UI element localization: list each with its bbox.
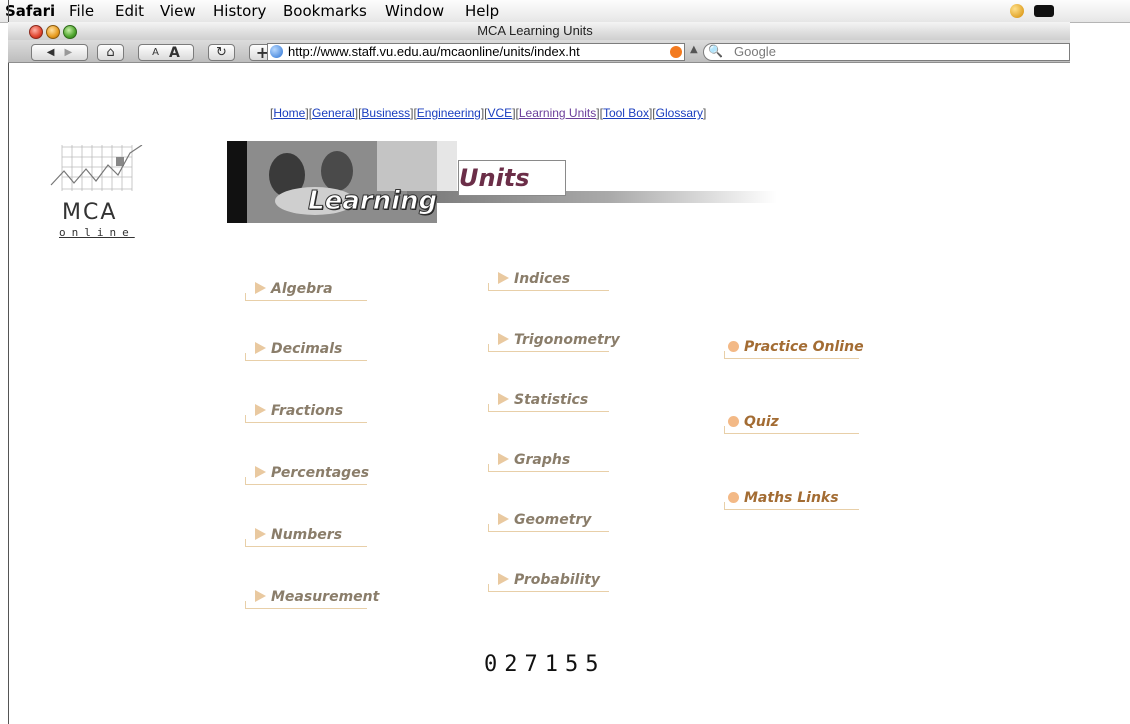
unit-link-trigonometry[interactable]: Trigonometry [488,332,620,352]
logo-title: MCA [62,200,118,225]
unit-label: Indices [514,271,571,287]
unit-label: Measurement [271,589,380,605]
unit-link-probability[interactable]: Probability [488,572,609,592]
unit-label: Probability [514,572,601,588]
text-size-buttons[interactable]: A A [138,44,194,61]
text-smaller-button[interactable]: A [152,47,159,58]
banner-units-text: Units [459,164,530,192]
arrow-icon [498,393,509,405]
search-icon[interactable]: 🔍 [708,44,723,58]
arrow-icon [255,528,266,540]
practice-online-link[interactable]: Practice Online [724,339,864,359]
nav-link-tool-box[interactable]: Tool Box [603,106,649,120]
logo-subtitle: online [59,226,135,239]
unit-label: Decimals [271,341,343,357]
reload-icon: ↻ [216,45,227,60]
bullet-icon [728,492,739,503]
nav-link-general[interactable]: General [312,106,355,120]
unit-link-numbers[interactable]: Numbers [245,527,367,547]
unit-link-statistics[interactable]: Statistics [488,392,609,412]
arrow-icon [498,573,509,585]
arrow-icon [498,333,509,345]
arrow-icon [498,272,509,284]
reload-button[interactable]: ↻ [208,44,235,61]
unit-label: Numbers [271,527,343,543]
unit-link-graphs[interactable]: Graphs [488,452,609,472]
window-title: MCA Learning Units [477,23,593,38]
unit-link-geometry[interactable]: Geometry [488,512,609,532]
globe-icon [270,45,283,58]
forward-arrow-icon[interactable]: ▶ [65,47,73,58]
caret-icon: ▲ [690,44,698,55]
quiz-link[interactable]: Quiz [724,414,859,434]
search-input[interactable]: Google [703,43,1070,61]
unit-link-indices[interactable]: Indices [488,271,609,291]
unit-label: Graphs [514,452,571,468]
home-button[interactable]: ⌂ [97,44,124,61]
nav-link-glossary[interactable]: Glossary [656,106,703,120]
address-field[interactable]: http://www.staff.vu.edu.au/mcaonline/uni… [267,43,685,61]
unit-link-algebra[interactable]: Algebra [245,281,367,301]
unit-label: Practice Online [744,339,864,355]
banner-units-box: Units [458,160,566,196]
bullet-icon [728,416,739,427]
back-forward-button[interactable]: ◀ ▶ [31,44,88,61]
home-icon: ⌂ [106,45,115,60]
text-bigger-button[interactable]: A [169,45,180,61]
unit-link-decimals[interactable]: Decimals [245,341,367,361]
snapback-icon[interactable] [670,46,682,58]
arrow-icon [498,453,509,465]
arrow-icon [255,466,266,478]
unit-link-measurement[interactable]: Measurement [245,589,379,609]
banner-learning-text: Learning [307,186,438,217]
back-arrow-icon[interactable]: ◀ [47,47,55,58]
site-navigation: [Home][General][Business][Engineering][V… [270,106,707,120]
unit-link-percentages[interactable]: Percentages [245,465,370,485]
unit-label: Percentages [271,465,370,481]
unit-label: Algebra [271,281,333,297]
arrow-icon [255,282,266,294]
arrow-icon [255,590,266,602]
nav-link-vce[interactable]: VCE [488,106,513,120]
arrow-icon [498,513,509,525]
nav-link-learning-units[interactable]: Learning Units [519,106,596,120]
nav-link-business[interactable]: Business [361,106,410,120]
unit-label: Maths Links [744,490,839,506]
bullet-icon [728,341,739,352]
unit-label: Quiz [744,414,779,430]
nav-link-home[interactable]: Home [273,106,305,120]
unit-label: Geometry [514,512,592,528]
unit-label: Statistics [514,392,589,408]
maths-links-link[interactable]: Maths Links [724,490,859,510]
hit-counter: 027155 [484,652,606,677]
arrow-icon [255,404,266,416]
unit-label: Trigonometry [514,332,620,348]
arrow-icon [255,342,266,354]
unit-label: Fractions [271,403,344,419]
nav-link-engineering[interactable]: Engineering [417,106,481,120]
unit-link-fractions[interactable]: Fractions [245,403,367,423]
